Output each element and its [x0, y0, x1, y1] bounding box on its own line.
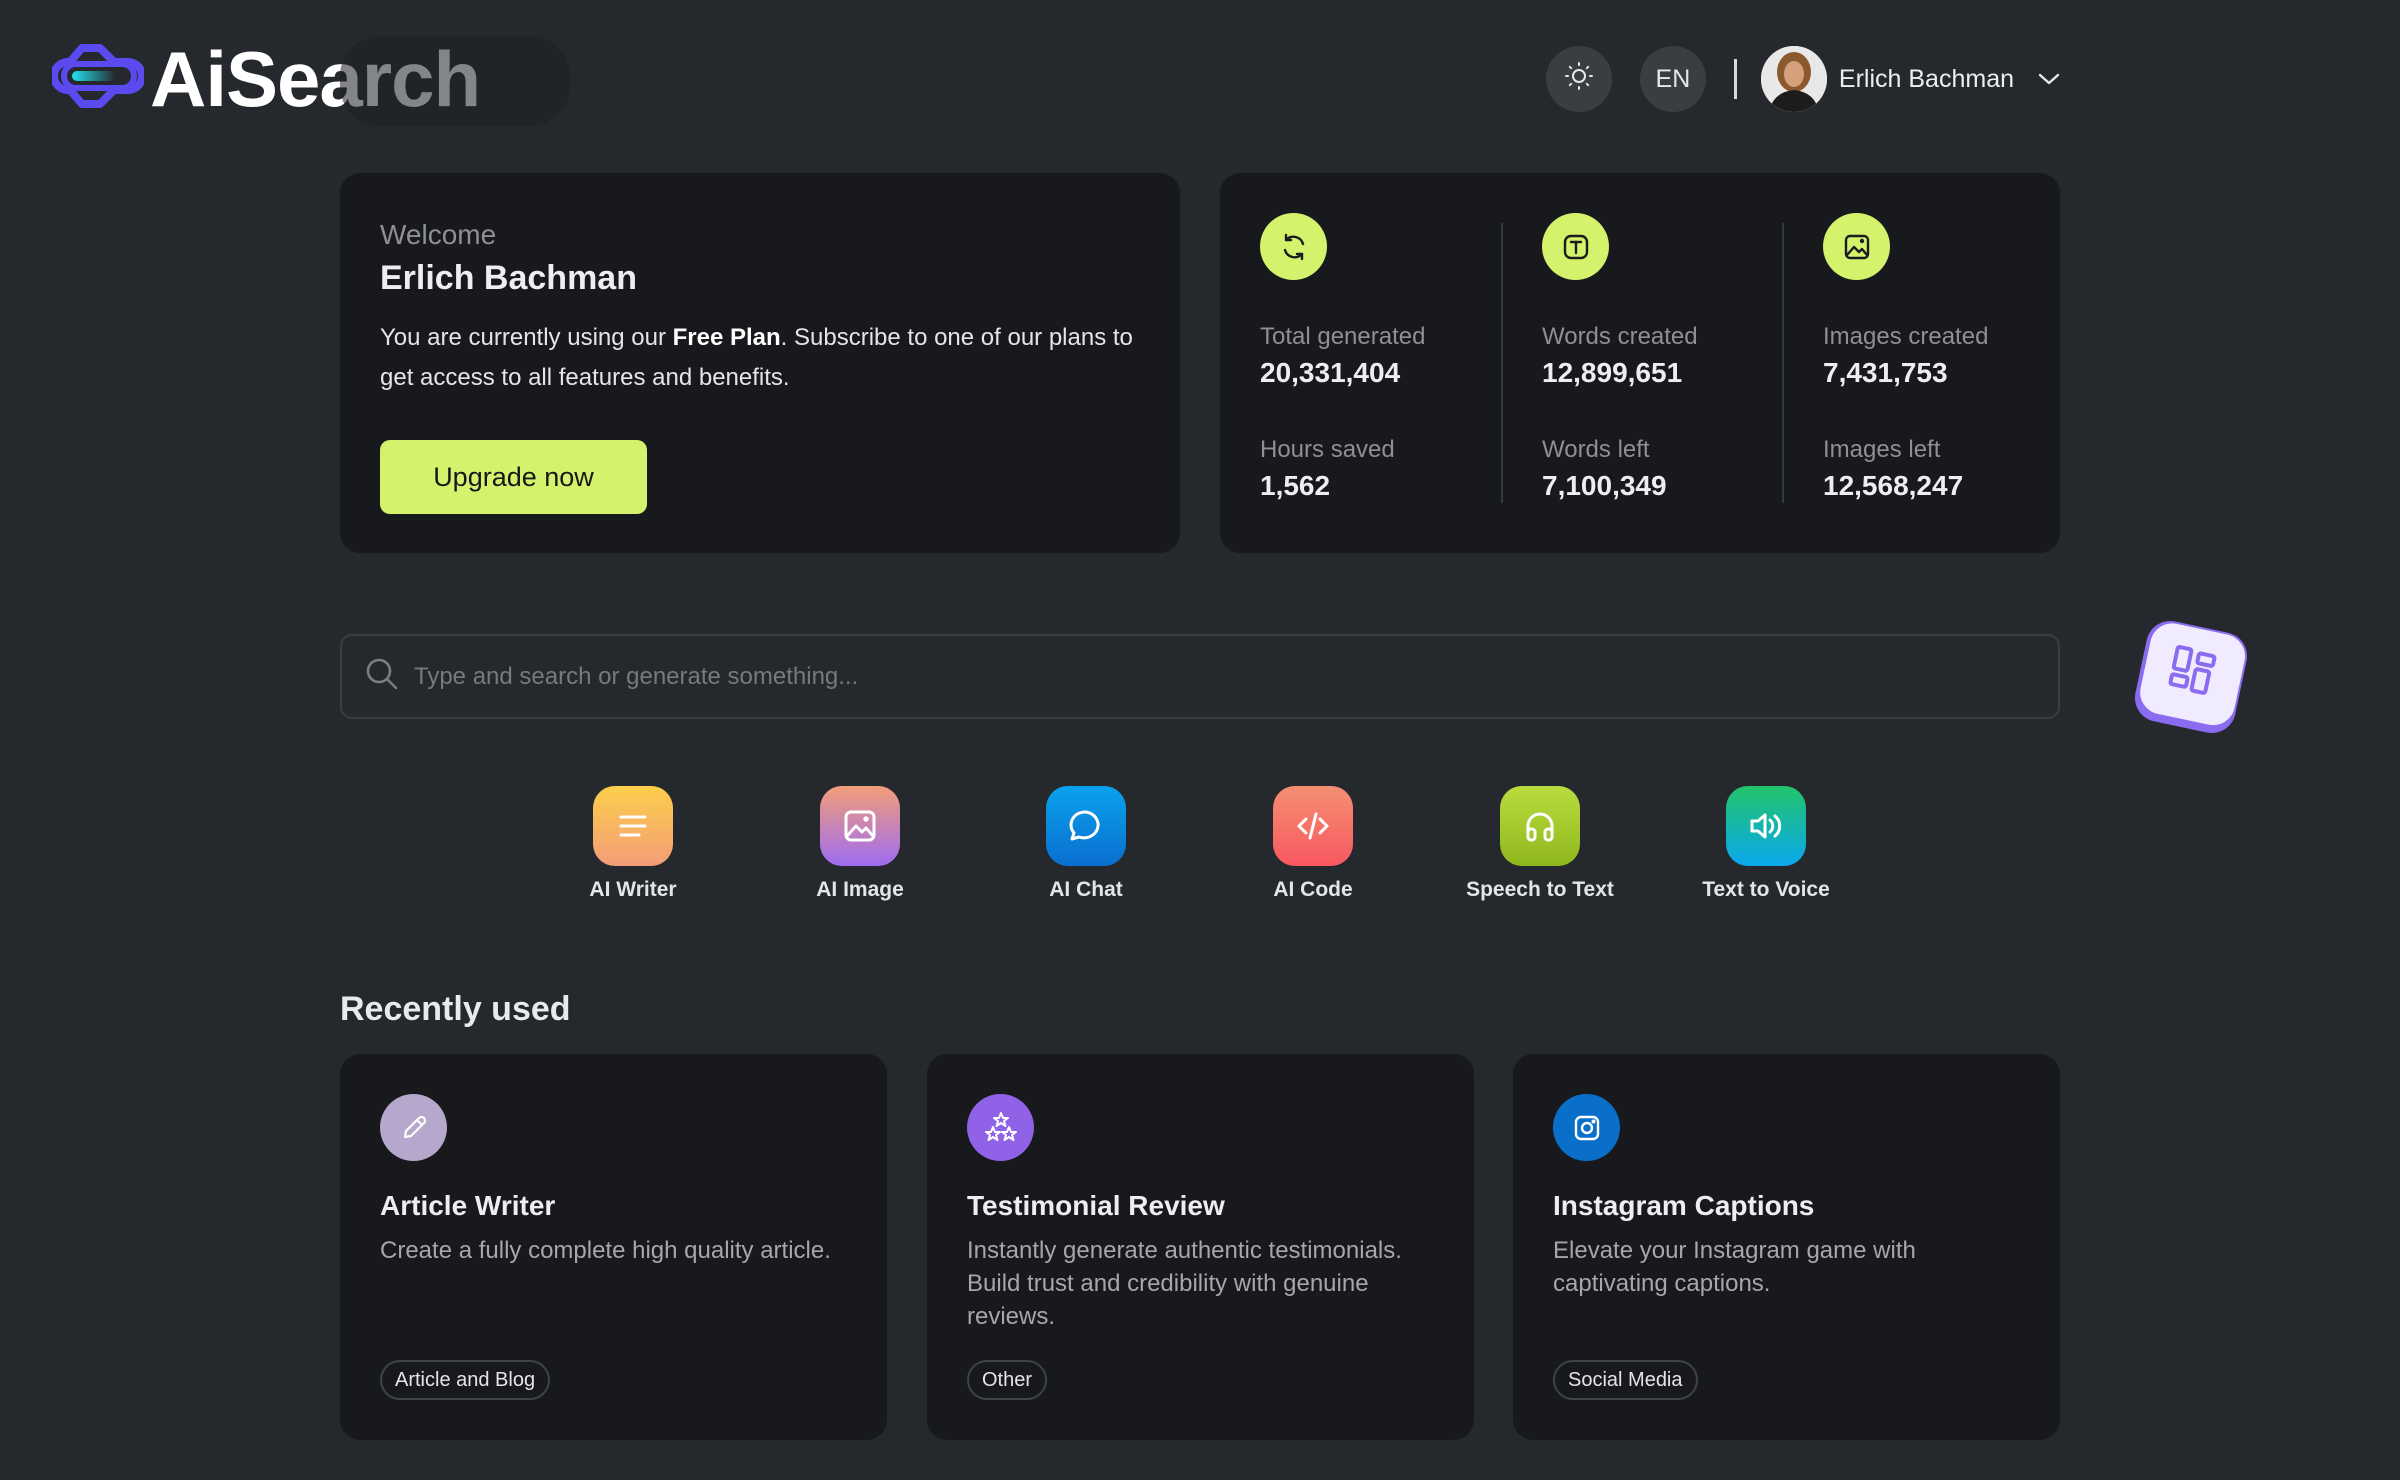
headphones-icon [1500, 786, 1580, 866]
recent-card-description: Elevate your Instagram game with captiva… [1553, 1237, 1916, 1297]
stat-column-total: Total generated 20,331,404 Hours saved 1… [1220, 173, 1500, 553]
speaker-icon [1726, 786, 1806, 866]
tool-label: AI Image [816, 878, 904, 901]
apps-grid-icon [2159, 639, 2226, 710]
tool-label: Speech to Text [1466, 878, 1614, 901]
text-icon [1542, 213, 1609, 280]
search-bar[interactable] [340, 634, 2060, 719]
welcome-card: Welcome Erlich Bachman You are currently… [340, 173, 1180, 553]
apps-widget-button[interactable] [2130, 616, 2252, 738]
stat-value: 1,562 [1260, 470, 1331, 501]
stat-label: Hours saved [1260, 436, 1395, 463]
recent-card-title: Testimonial Review [967, 1190, 1225, 1221]
tool-text-to-voice[interactable]: Text to Voice [1656, 786, 1876, 902]
recent-card-tag[interactable]: Other [967, 1360, 1048, 1400]
stat-value: 12,568,247 [1823, 470, 1964, 501]
stat-label: Words created [1542, 323, 1698, 350]
welcome-greeting: Welcome [380, 219, 497, 250]
instagram-icon [1553, 1094, 1620, 1161]
stat-label: Total generated [1260, 323, 1426, 350]
stat-column-images: Images created 7,431,753 Images left 12,… [1783, 173, 2063, 553]
stat-value: 12,899,651 [1542, 357, 1683, 388]
avatar [1760, 46, 1827, 112]
header-divider [1733, 59, 1737, 99]
stat-label: Words left [1542, 436, 1650, 463]
logo-shadow-decoration [340, 36, 570, 126]
upgrade-button[interactable]: Upgrade now [380, 440, 647, 514]
tool-label: AI Code [1273, 878, 1353, 901]
tool-label: Text to Voice [1702, 878, 1830, 901]
chevron-down-icon [2038, 72, 2060, 86]
stat-label: Images left [1823, 436, 1941, 463]
user-name: Erlich Bachman [1838, 64, 2014, 93]
stars-icon [967, 1094, 1034, 1161]
image-icon [1823, 213, 1890, 280]
stat-value: 7,431,753 [1823, 357, 1948, 388]
tool-ai-chat[interactable]: AI Chat [976, 786, 1196, 902]
theme-toggle-button[interactable] [1545, 46, 1612, 112]
tool-ai-code[interactable]: AI Code [1203, 786, 1423, 902]
stat-value: 7,100,349 [1542, 470, 1667, 501]
code-icon [1273, 786, 1353, 866]
recent-card-tag[interactable]: Article and Blog [380, 1360, 551, 1400]
tool-ai-image[interactable]: AI Image [750, 786, 970, 902]
recent-card-description: Create a fully complete high quality art… [380, 1237, 831, 1264]
refresh-icon [1260, 213, 1327, 280]
sun-icon [1564, 61, 1594, 98]
recent-card-article-writer[interactable]: Article Writer Create a fully complete h… [340, 1054, 887, 1440]
plan-description: You are currently using our Free Plan. S… [380, 318, 1140, 398]
tool-speech-to-text[interactable]: Speech to Text [1430, 786, 1650, 902]
recent-card-instagram-captions[interactable]: Instagram Captions Elevate your Instagra… [1513, 1054, 2060, 1440]
plan-description-prefix: You are currently using our [380, 324, 673, 351]
stat-value: 20,331,404 [1260, 357, 1401, 388]
recent-card-title: Article Writer [380, 1190, 556, 1221]
search-icon [364, 656, 400, 697]
current-plan: Free Plan [672, 324, 781, 351]
recent-card-description: Instantly generate authentic testimonial… [967, 1237, 1402, 1330]
recent-card-testimonial-review[interactable]: Testimonial Review Instantly generate au… [927, 1054, 1474, 1440]
stat-column-words: Words created 12,899,651 Words left 7,10… [1502, 173, 1782, 553]
header-actions: EN Erlich Bachman [1545, 46, 2060, 112]
welcome-user-name: Erlich Bachman [380, 259, 637, 297]
recent-card-tag[interactable]: Social Media [1553, 1360, 1698, 1400]
image-icon [820, 786, 900, 866]
pencil-icon [380, 1094, 447, 1161]
search-input[interactable] [414, 662, 2014, 691]
language-button[interactable]: EN [1639, 46, 1706, 112]
tool-label: AI Writer [589, 878, 677, 901]
recently-used-heading: Recently used [340, 990, 571, 1028]
stat-label: Images created [1823, 323, 1989, 350]
tool-ai-writer[interactable]: AI Writer [523, 786, 743, 902]
logo-mark-icon [50, 42, 146, 117]
user-menu[interactable]: Erlich Bachman [1760, 46, 2060, 112]
chat-bubble-icon [1046, 786, 1126, 866]
usage-stats-card: Total generated 20,331,404 Hours saved 1… [1220, 173, 2060, 553]
tool-label: AI Chat [1049, 878, 1123, 901]
lines-icon [593, 786, 673, 866]
recent-card-title: Instagram Captions [1553, 1190, 1815, 1221]
